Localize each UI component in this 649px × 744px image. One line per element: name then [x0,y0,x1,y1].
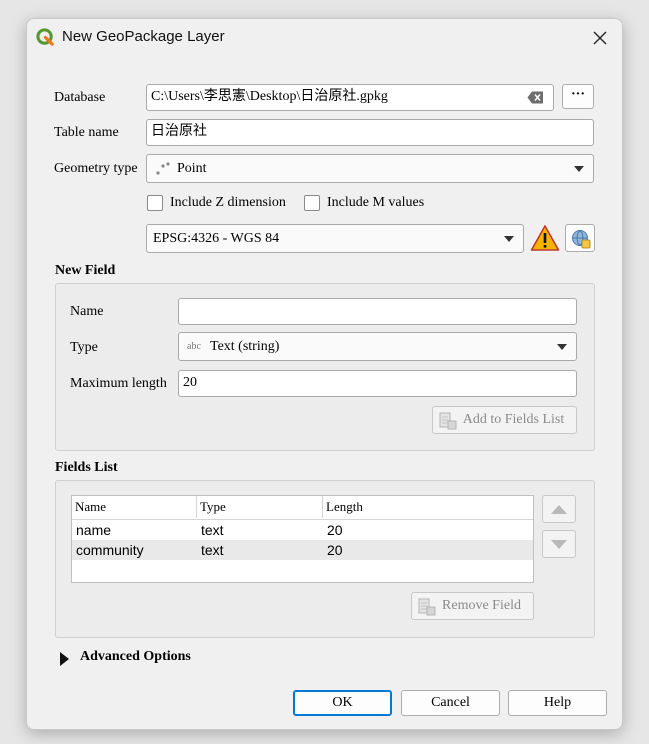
move-down-button[interactable] [542,530,576,558]
crs-selector-button[interactable] [565,224,595,252]
geometry-type-label: Geometry type [54,161,138,176]
new-field-title: New Field [55,263,116,278]
database-label: Database [54,90,106,105]
geometry-type-value: Point [177,161,207,176]
column-header-length[interactable]: Length [323,496,533,518]
advanced-options-toggle[interactable]: Advanced Options [60,649,220,669]
close-icon [593,31,607,45]
point-geometry-icon [156,162,170,175]
field-name-label: Name [70,304,104,319]
remove-field-button[interactable]: Remove Field [411,592,534,620]
include-z-checkbox[interactable] [147,195,163,211]
remove-field-icon [418,598,436,616]
column-header-name[interactable]: Name [72,496,197,518]
row-type-cell: text [201,542,224,558]
title-bar: New GeoPackage Layer [27,19,622,57]
browse-button[interactable]: ··· [562,84,594,109]
max-length-label: Maximum length [70,376,167,391]
row-name-cell: community [76,542,144,558]
database-path-value: C:\Users\李思憲\Desktop\日治原社.gpkg [151,89,388,104]
add-to-fields-button[interactable]: Add to Fields List [432,406,577,434]
cancel-button[interactable]: Cancel [401,690,500,716]
row-name-cell: name [76,522,112,538]
table-row[interactable]: name text 20 [72,520,533,540]
geometry-type-select[interactable]: Point [146,154,594,183]
column-header-type[interactable]: Type [197,496,323,518]
crs-select[interactable]: EPSG:4326 - WGS 84 [146,224,524,253]
row-length-cell: 20 [327,542,343,558]
close-button[interactable] [586,25,614,51]
include-m-checkbox[interactable] [304,195,320,211]
clear-text-icon[interactable] [527,91,544,104]
add-field-icon [439,412,457,430]
row-type-cell: text [201,522,224,538]
chevron-down-icon [557,344,567,350]
qgis-logo-icon [36,28,54,46]
field-type-label: Type [70,340,98,355]
max-length-input[interactable]: 20 [178,370,577,397]
crs-value: EPSG:4326 - WGS 84 [153,231,280,246]
database-path-input[interactable]: C:\Users\李思憲\Desktop\日治原社.gpkg [146,84,554,111]
table-header: Name Type Length [72,496,533,520]
remove-field-label: Remove Field [442,598,521,613]
table-name-label: Table name [54,125,119,140]
field-name-input[interactable] [178,298,577,325]
table-name-input[interactable]: 日治原社 [146,119,594,146]
include-z-label: Include Z dimension [170,195,286,210]
ok-button[interactable]: OK [293,690,392,716]
globe-icon [572,230,591,249]
dialog-window: New GeoPackage Layer Database C:\Users\李… [26,18,623,730]
chevron-down-icon [504,236,514,242]
table-row[interactable]: community text 20 [72,540,533,560]
add-to-fields-label: Add to Fields List [462,412,565,427]
arrow-down-icon [551,540,567,549]
row-length-cell: 20 [327,522,343,538]
window-title: New GeoPackage Layer [62,28,225,45]
move-up-button[interactable] [542,495,576,523]
chevron-down-icon [574,166,584,172]
fields-list-title: Fields List [55,460,118,475]
text-type-icon: abc [187,341,201,352]
expand-arrow-icon [60,652,69,666]
fields-table[interactable]: Name Type Length name text 20 community … [71,495,534,583]
field-type-select[interactable]: abc Text (string) [178,332,577,361]
warning-icon [530,225,560,251]
field-type-value: Text (string) [210,339,280,354]
arrow-up-icon [551,505,567,514]
help-button[interactable]: Help [508,690,607,716]
include-m-label: Include M values [327,195,425,210]
advanced-options-label: Advanced Options [80,649,191,664]
